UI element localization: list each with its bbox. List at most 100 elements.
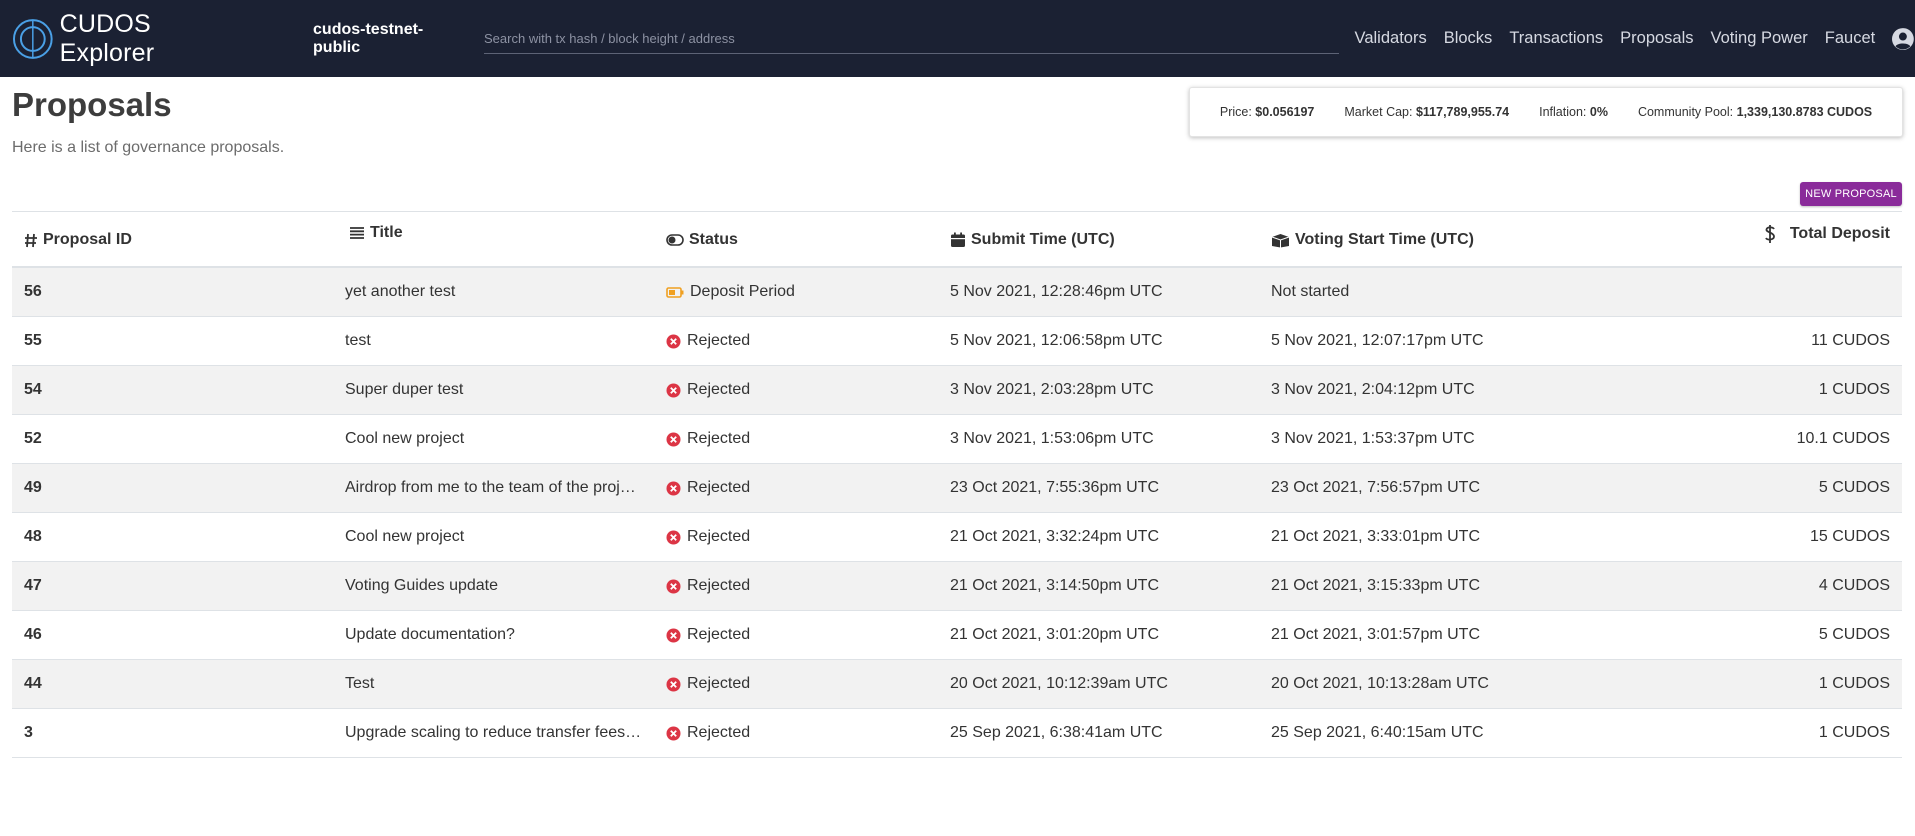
rejected-icon — [666, 383, 681, 397]
proposal-status: Rejected — [666, 660, 750, 708]
proposal-submit-time: 21 Oct 2021, 3:32:24pm UTC — [950, 528, 1159, 545]
proposal-status-label: Rejected — [687, 479, 751, 496]
rejected-icon — [666, 579, 681, 593]
proposal-id-link[interactable]: 44 — [24, 660, 42, 708]
proposal-status: Deposit Period — [666, 268, 795, 316]
nav-link-transactions[interactable]: Transactions — [1509, 29, 1603, 48]
proposal-total-deposit: 5 CUDOS — [1818, 479, 1890, 496]
proposal-title-link[interactable]: Cool new project — [345, 415, 650, 463]
stat-community-pool-value: 1,339,130.8783 CUDOS — [1736, 105, 1873, 119]
proposal-voting-start-time: 20 Oct 2021, 10:13:28am UTC — [1271, 675, 1489, 692]
toggle-icon — [666, 234, 684, 246]
proposal-id-link[interactable]: 54 — [24, 366, 42, 414]
header-status-label: Status — [689, 231, 738, 248]
rejected-icon — [666, 334, 681, 348]
proposal-title-link[interactable]: Airdrop from me to the team of the proj… — [345, 464, 650, 512]
hash-icon — [25, 233, 37, 247]
network-selector[interactable]: cudos-testnet-public — [313, 21, 469, 57]
table-row[interactable]: 46 Update documentation? Rejected 21 Oct 20… — [12, 611, 1902, 660]
search-input[interactable] — [484, 30, 1339, 46]
header-status[interactable]: Status — [666, 231, 738, 249]
table-row[interactable]: 47 Voting Guides update Rejected 21 Oct 202… — [12, 562, 1902, 611]
account-circle-icon[interactable] — [1891, 27, 1915, 51]
proposal-status: Rejected — [666, 464, 750, 512]
header-voting-start[interactable]: Voting Start Time (UTC) — [1271, 231, 1474, 249]
deposit-battery-icon — [666, 286, 684, 298]
table-row[interactable]: 52 Cool new project Rejected 3 Nov 2021, 1:… — [12, 415, 1902, 464]
proposal-id-link[interactable]: 49 — [24, 464, 42, 512]
proposal-status: Rejected — [666, 317, 750, 365]
proposal-voting-start-time: 3 Nov 2021, 2:04:12pm UTC — [1271, 381, 1475, 398]
proposal-id-link[interactable]: 56 — [24, 268, 42, 316]
brand-name: CUDOS Explorer — [59, 9, 155, 67]
proposal-status-label: Deposit Period — [690, 283, 795, 300]
cudos-logo-icon — [12, 18, 53, 59]
top-navbar: CUDOS Explorer cudos-testnet-public Vali… — [0, 0, 1915, 77]
table-row[interactable]: 54 Super duper test Rejected 3 Nov 2021, 2:… — [12, 366, 1902, 415]
proposal-status-label: Rejected — [687, 724, 751, 741]
stat-market-cap: Market Cap: $117,789,955.74 — [1344, 105, 1509, 119]
proposal-voting-start-time: Not started — [1271, 283, 1350, 300]
proposal-submit-time: 5 Nov 2021, 12:28:46pm UTC — [950, 283, 1163, 300]
header-voting-start-label: Voting Start Time (UTC) — [1295, 231, 1474, 248]
proposal-title-link[interactable]: Super duper test — [345, 366, 650, 414]
new-proposal-button[interactable]: NEW PROPOSAL — [1800, 182, 1902, 206]
stat-price-value: $0.056197 — [1255, 105, 1315, 119]
proposal-id-link[interactable]: 48 — [24, 513, 42, 561]
proposal-total-deposit: 10.1 CUDOS — [1796, 430, 1890, 447]
proposal-voting-start-time: 3 Nov 2021, 1:53:37pm UTC — [1271, 430, 1475, 447]
stat-price: Price: $0.056197 — [1220, 105, 1315, 119]
proposal-status-label: Rejected — [687, 626, 751, 643]
nav-link-faucet[interactable]: Faucet — [1825, 29, 1875, 48]
proposal-voting-start-time: 23 Oct 2021, 7:56:57pm UTC — [1271, 479, 1480, 496]
proposal-id-link[interactable]: 46 — [24, 611, 42, 659]
table-row[interactable]: 3 Upgrade scaling to reduce transfer fees… — [12, 709, 1902, 758]
proposal-voting-start-time: 25 Sep 2021, 6:40:15am UTC — [1271, 724, 1484, 741]
proposal-voting-start-time: 21 Oct 2021, 3:33:01pm UTC — [1271, 528, 1480, 545]
proposal-status-label: Rejected — [687, 528, 751, 545]
search-bar — [484, 24, 1339, 54]
table-row[interactable]: 55 test Rejected 5 Nov 2021, 12:06:58pm UTC… — [12, 317, 1902, 366]
stat-market-cap-value: $117,789,955.74 — [1415, 105, 1510, 119]
proposal-id-link[interactable]: 52 — [24, 415, 42, 463]
proposal-title-link[interactable]: Upgrade scaling to reduce transfer fees… — [345, 709, 650, 757]
nav-link-voting-power[interactable]: Voting Power — [1711, 29, 1808, 48]
header-title[interactable]: Title — [349, 224, 403, 242]
nav-link-validators[interactable]: Validators — [1355, 29, 1427, 48]
table-row[interactable]: 49 Airdrop from me to the team of the pro… — [12, 464, 1902, 513]
dollar-icon — [1765, 225, 1775, 243]
table-row[interactable]: 48 Cool new project Rejected 21 Oct 2021, 3… — [12, 513, 1902, 562]
proposal-submit-time: 20 Oct 2021, 10:12:39am UTC — [950, 675, 1168, 692]
stat-inflation-label: Inflation: — [1539, 105, 1587, 119]
proposal-title-link[interactable]: Test — [345, 660, 650, 708]
brand-home-link[interactable]: CUDOS Explorer — [12, 10, 251, 68]
proposal-id-link[interactable]: 47 — [24, 562, 42, 610]
table-row[interactable]: 44 Test Rejected 20 Oct 2021, 10:12:39am UT… — [12, 660, 1902, 709]
rejected-icon — [666, 432, 681, 446]
proposal-id-link[interactable]: 55 — [24, 317, 42, 365]
proposal-id-link[interactable]: 3 — [24, 709, 33, 757]
proposal-submit-time: 25 Sep 2021, 6:38:41am UTC — [950, 724, 1163, 741]
page-title: Proposals — [12, 86, 172, 123]
proposal-status: Rejected — [666, 366, 750, 414]
rejected-icon — [666, 481, 681, 495]
table-row[interactable]: 56 yet another test Deposit Period 5 Nov 20… — [12, 268, 1902, 317]
box-icon — [1271, 233, 1290, 247]
nav-links: Validators Blocks Transactions Proposals… — [1355, 29, 1893, 48]
proposal-total-deposit: 1 CUDOS — [1818, 724, 1890, 741]
header-total-deposit[interactable]: Total Deposit — [1764, 224, 1890, 244]
proposal-title-link[interactable]: yet another test — [345, 268, 650, 316]
proposal-title-link[interactable]: test — [345, 317, 650, 365]
header-submit-time[interactable]: Submit Time (UTC) — [950, 231, 1115, 249]
nav-link-blocks[interactable]: Blocks — [1444, 29, 1493, 48]
proposal-title-link[interactable]: Voting Guides update — [345, 562, 650, 610]
header-proposal-id-label: Proposal ID — [43, 231, 132, 248]
nav-link-proposals[interactable]: Proposals — [1620, 29, 1693, 48]
header-proposal-id[interactable]: Proposal ID — [24, 231, 132, 249]
proposal-title-link[interactable]: Update documentation? — [345, 611, 650, 659]
page-subtitle: Here is a list of governance proposals. — [12, 139, 285, 156]
table-header: Proposal ID Title Status Submit Time (UT… — [12, 211, 1902, 268]
proposal-submit-time: 5 Nov 2021, 12:06:58pm UTC — [950, 332, 1163, 349]
stat-community-pool: Community Pool: 1,339,130.8783 CUDOS — [1638, 105, 1872, 119]
proposal-title-link[interactable]: Cool new project — [345, 513, 650, 561]
